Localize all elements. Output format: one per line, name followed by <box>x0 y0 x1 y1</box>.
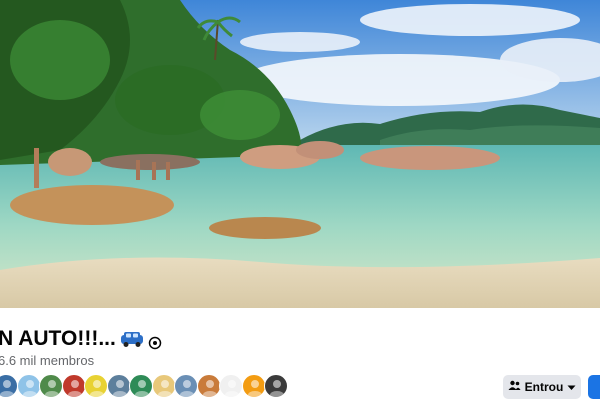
group-title[interactable]: N AUTO!!!... <box>0 327 162 351</box>
member-avatar-5[interactable] <box>84 374 108 398</box>
invite-button[interactable] <box>588 375 600 399</box>
member-avatar-6[interactable] <box>106 374 131 398</box>
joined-button[interactable]: Entrou <box>503 375 581 399</box>
member-avatar-10[interactable] <box>196 374 221 398</box>
member-avatar-1[interactable] <box>0 374 18 398</box>
people-icon <box>508 380 521 394</box>
member-avatar-13[interactable] <box>264 374 288 398</box>
member-avatar-12[interactable] <box>241 374 266 398</box>
verified-info-icon[interactable] <box>148 332 162 350</box>
cover-photo[interactable] <box>0 0 600 308</box>
beach-cover-illustration <box>0 0 600 308</box>
member-avatar-2[interactable] <box>16 374 41 398</box>
member-avatar-4[interactable] <box>61 374 86 398</box>
member-avatar-11[interactable] <box>219 374 243 398</box>
member-avatar-9[interactable] <box>174 374 198 398</box>
member-count[interactable]: 6.6 mil membros <box>0 353 94 368</box>
caret-down-icon <box>567 380 576 394</box>
member-avatar-8[interactable] <box>151 374 176 398</box>
car-emoji-icon <box>120 330 144 348</box>
member-avatar-3[interactable] <box>39 374 63 398</box>
group-name-text: N AUTO!!!... <box>0 327 116 350</box>
joined-button-label: Entrou <box>524 380 564 394</box>
member-avatar-7[interactable] <box>129 374 153 398</box>
